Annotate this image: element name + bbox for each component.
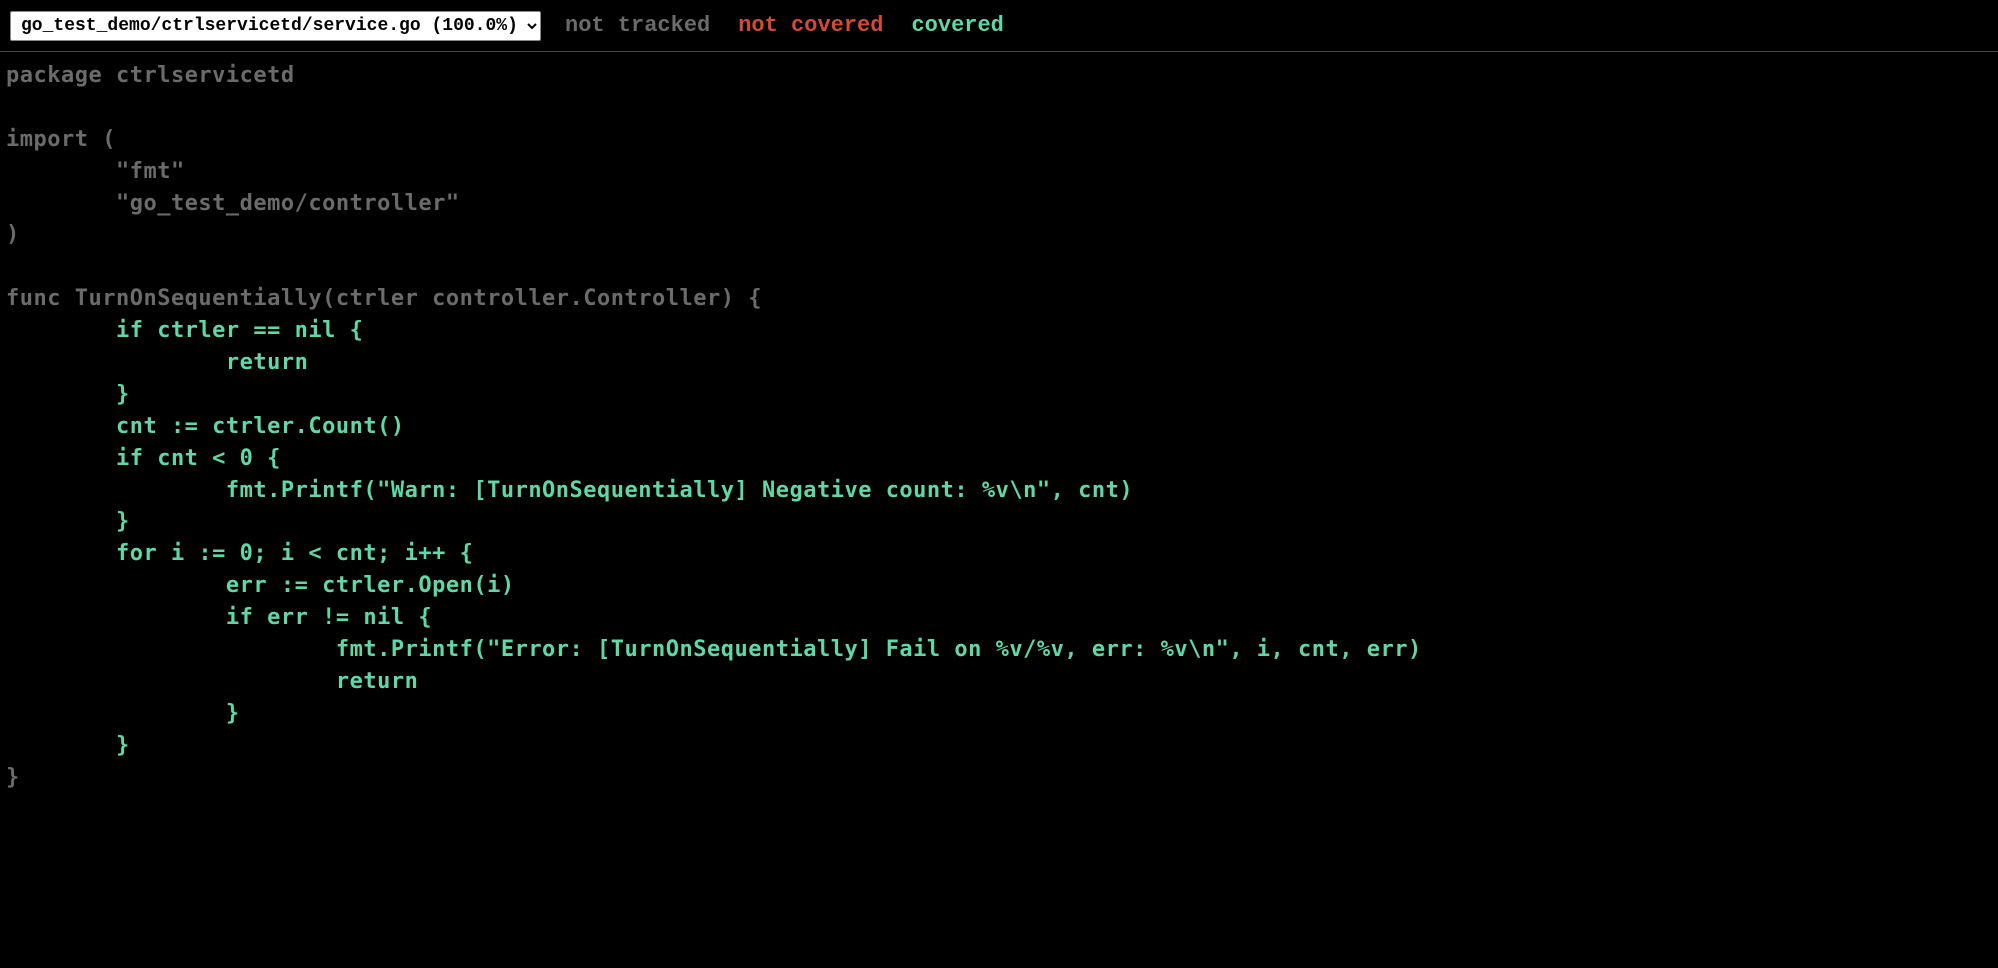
legend-not-tracked: not tracked <box>565 10 710 42</box>
code-line: if err != nil { <box>6 605 432 630</box>
code-line: fmt.Printf("Error: [TurnOnSequentially] … <box>6 637 1422 662</box>
code-line: } <box>6 765 20 790</box>
legend-covered: covered <box>911 10 1003 42</box>
code-line: "fmt" <box>6 159 185 184</box>
code-line: ) <box>6 222 20 247</box>
code-line: } <box>6 733 130 758</box>
legend-not-covered: not covered <box>738 10 883 42</box>
code-line: cnt := ctrler.Count() <box>6 414 405 439</box>
code-line: func TurnOnSequentially(ctrler controlle… <box>6 286 762 311</box>
code-line: return <box>6 669 418 694</box>
code-line: for i := 0; i < cnt; i++ { <box>6 541 473 566</box>
code-line: } <box>6 509 130 534</box>
code-line: if cnt < 0 { <box>6 446 281 471</box>
coverage-topbar: go_test_demo/ctrlservicetd/service.go (1… <box>0 0 1998 52</box>
coverage-legend: not tracked not covered covered <box>565 10 1004 42</box>
code-line: return <box>6 350 308 375</box>
code-line: } <box>6 701 240 726</box>
code-line: package ctrlservicetd <box>6 63 295 88</box>
code-line: err := ctrler.Open(i) <box>6 573 515 598</box>
code-line: if ctrler == nil { <box>6 318 363 343</box>
file-selector[interactable]: go_test_demo/ctrlservicetd/service.go (1… <box>10 11 541 41</box>
code-line: fmt.Printf("Warn: [TurnOnSequentially] N… <box>6 478 1133 503</box>
source-code-view: package ctrlservicetd import ( "fmt" "go… <box>0 52 1998 793</box>
code-line: "go_test_demo/controller" <box>6 191 460 216</box>
code-line: import ( <box>6 127 116 152</box>
code-line: } <box>6 382 130 407</box>
